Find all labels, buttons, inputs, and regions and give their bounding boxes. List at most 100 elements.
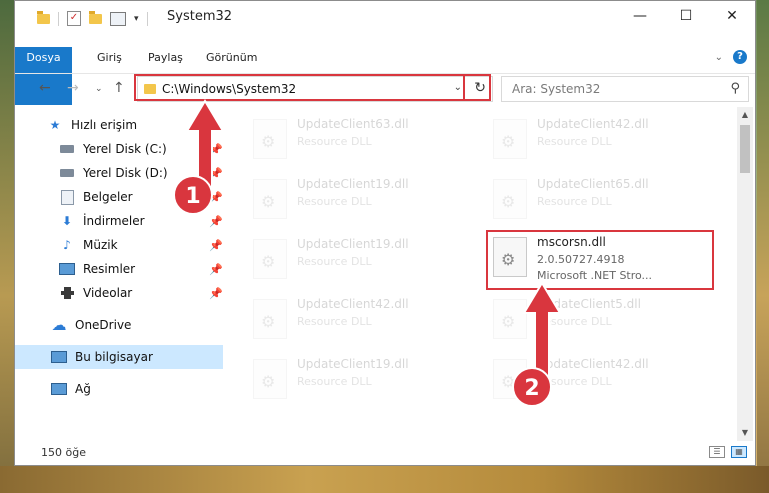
file-description: Resource DLL (537, 135, 612, 148)
tab-view[interactable]: Görünüm (206, 47, 257, 69)
forward-arrow-icon[interactable]: → (67, 80, 79, 96)
back-arrow-icon[interactable]: ← (39, 80, 51, 96)
file-list: UpdateClient63.dll Resource DLL UpdateCl… (223, 107, 735, 437)
maximize-button[interactable]: ☐ (663, 1, 709, 31)
customize-dropdown-icon[interactable]: ▾ (134, 14, 139, 24)
desktop-wallpaper-right (757, 0, 769, 493)
file-name: UpdateClient19.dll (297, 177, 409, 191)
documents-icon (59, 189, 75, 205)
videos-icon (59, 286, 75, 300)
sidebar-item-network[interactable]: Ağ (15, 377, 223, 401)
recent-locations-icon[interactable]: ⌄ (95, 84, 103, 94)
tab-share[interactable]: Paylaş (148, 47, 183, 69)
sidebar-item-label: Yerel Disk (C:) (83, 142, 167, 156)
desktop-wallpaper-bottom (0, 466, 769, 493)
dll-file-icon (253, 299, 287, 339)
sidebar-item-label: İndirmeler (83, 214, 145, 228)
network-icon (51, 382, 67, 396)
sidebar-item-label: Hızlı erişim (71, 118, 138, 132)
scroll-up-icon[interactable]: ▲ (737, 107, 753, 123)
sidebar-item-label: OneDrive (75, 318, 132, 332)
sidebar-item-label: Belgeler (83, 190, 133, 204)
pin-icon[interactable]: 📌 (209, 263, 223, 276)
up-arrow-icon[interactable]: ↑ (113, 80, 125, 96)
tab-home[interactable]: Giriş (97, 47, 122, 69)
properties-icon[interactable] (110, 11, 126, 26)
sidebar-item-label: Müzik (83, 238, 118, 252)
computer-icon (51, 350, 67, 364)
scroll-down-icon[interactable]: ▼ (737, 425, 753, 441)
file-item[interactable]: UpdateClient42.dll Resource DLL (245, 293, 475, 351)
separator (58, 11, 59, 26)
sidebar-item-label: Yerel Disk (D:) (83, 166, 168, 180)
details-view-icon[interactable]: ☰ (709, 446, 725, 458)
pin-icon[interactable]: 📌 (209, 239, 223, 252)
sidebar-item-music[interactable]: ♪ Müzik 📌 (15, 233, 223, 257)
file-name: UpdateClient42.dll (537, 117, 649, 131)
step-badge-1: 1 (173, 175, 213, 215)
sidebar-item-label: Bu bilgisayar (75, 350, 153, 364)
file-name: UpdateClient19.dll (297, 237, 409, 251)
address-highlight-box (134, 74, 491, 101)
file-description: Resource DLL (297, 255, 372, 268)
drive-icon (59, 166, 75, 180)
pin-icon[interactable]: 📌 (209, 287, 223, 300)
file-description: Resource DLL (537, 195, 612, 208)
window-title: System32 (167, 9, 233, 24)
file-item[interactable]: UpdateClient19.dll Resource DLL (245, 173, 475, 231)
file-name: UpdateClient63.dll (297, 117, 409, 131)
help-icon[interactable]: ? (733, 50, 747, 64)
dll-file-icon (253, 239, 287, 279)
item-count: 150 öğe (41, 446, 86, 459)
scroll-thumb[interactable] (740, 125, 750, 173)
dll-file-icon (493, 179, 527, 219)
sidebar-item-videos[interactable]: Videolar 📌 (15, 281, 223, 305)
dll-file-icon (253, 359, 287, 399)
file-item[interactable]: UpdateClient63.dll Resource DLL (245, 113, 475, 171)
download-icon: ⬇ (61, 214, 73, 228)
ribbon-tabs: Dosya Giriş Paylaş Görünüm (15, 47, 755, 105)
sidebar-item-label: Resimler (83, 262, 136, 276)
quick-access-toolbar: ✓ ▾ (37, 10, 148, 26)
explorer-window: ✓ ▾ System32 — ☐ ✕ Dosya Giriş Paylaş Gö… (14, 0, 756, 466)
status-bar: 150 öğe ☰ ▦ (15, 441, 755, 465)
file-item[interactable]: UpdateClient19.dll Resource DLL (245, 233, 475, 291)
sidebar-item-onedrive[interactable]: ☁ OneDrive (15, 313, 223, 337)
window-controls: — ☐ ✕ (617, 1, 755, 31)
cloud-icon: ☁ (51, 316, 67, 334)
dll-file-icon (493, 119, 527, 159)
file-item[interactable]: UpdateClient19.dll Resource DLL (245, 353, 475, 411)
drive-icon (59, 142, 75, 156)
file-name: UpdateClient42.dll (297, 297, 409, 311)
search-input[interactable]: Ara: System32 (512, 82, 600, 96)
file-name: UpdateClient19.dll (297, 357, 409, 371)
vertical-scrollbar[interactable]: ▲ ▼ (737, 107, 753, 441)
desktop-wallpaper-left (0, 0, 14, 493)
file-item[interactable]: UpdateClient65.dll Resource DLL (485, 173, 715, 231)
music-icon: ♪ (63, 238, 71, 252)
search-box[interactable]: Ara: System32 ⚲ (501, 76, 749, 102)
sidebar-item-this-pc[interactable]: Bu bilgisayar (15, 345, 223, 369)
sidebar-item-pictures[interactable]: Resimler 📌 (15, 257, 223, 281)
minimize-button[interactable]: — (617, 1, 663, 31)
tiles-view-icon[interactable]: ▦ (731, 446, 747, 458)
sidebar-item-label: Ağ (75, 382, 91, 396)
expand-ribbon-icon[interactable]: ⌄ (715, 52, 723, 63)
ribbon-right-controls: ⌄ ? (715, 50, 747, 64)
close-button[interactable]: ✕ (709, 1, 755, 31)
star-icon: ★ (49, 118, 61, 132)
file-description: Resource DLL (297, 375, 372, 388)
pin-icon[interactable]: 📌 (209, 215, 223, 228)
file-description: Resource DLL (297, 135, 372, 148)
file-description: Resource DLL (297, 315, 372, 328)
new-folder-icon[interactable] (89, 10, 102, 24)
separator (146, 11, 148, 26)
search-icon[interactable]: ⚲ (730, 81, 740, 96)
pictures-icon (59, 262, 75, 276)
properties-check-icon[interactable]: ✓ (67, 11, 81, 26)
dll-file-icon (253, 119, 287, 159)
file-name: UpdateClient65.dll (537, 177, 649, 191)
dll-file-icon (253, 179, 287, 219)
navigation-bar: ← → ⌄ ↑ C:\Windows\System32 ⌄ ↻ Ara: Sys… (15, 73, 755, 104)
file-item[interactable]: UpdateClient42.dll Resource DLL (485, 113, 715, 171)
